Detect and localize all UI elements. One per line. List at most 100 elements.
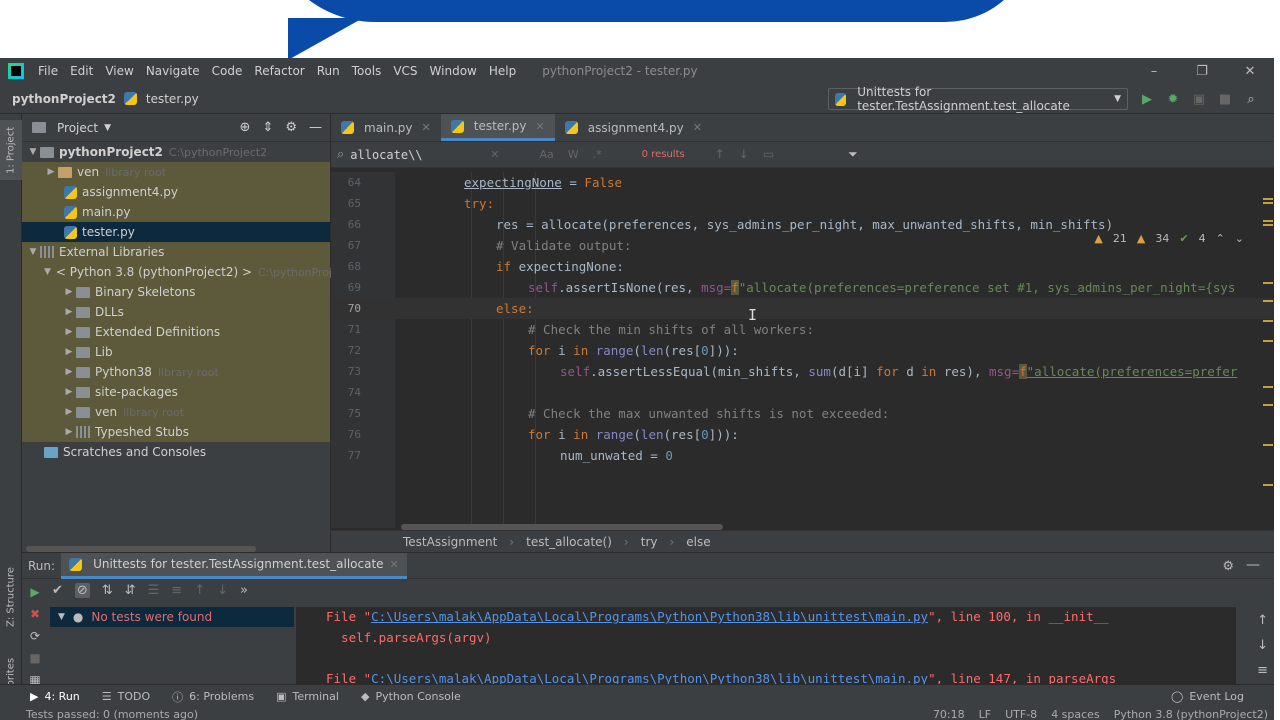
breadcrumb-try[interactable]: try	[641, 535, 658, 549]
tree-item-main[interactable]: main.py	[22, 202, 330, 222]
menu-navigate[interactable]: Navigate	[140, 64, 206, 78]
tab-assignment4-py[interactable]: assignment4.py ✕	[555, 114, 712, 141]
arrow-up-icon[interactable]: ↑	[1257, 613, 1268, 628]
minimize-icon[interactable]: –	[1130, 58, 1178, 84]
stop-icon[interactable]: ■	[29, 651, 40, 665]
gear-icon[interactable]: ⚙	[285, 120, 297, 135]
tree-item-external-libraries[interactable]: ▼ External Libraries	[22, 242, 330, 262]
debug-icon[interactable]: ✹	[1164, 88, 1182, 110]
tab-main-py[interactable]: main.py ✕	[331, 114, 441, 141]
run-configuration-select[interactable]: Unittests for tester.TestAssignment.test…	[828, 85, 1128, 113]
menu-vcs[interactable]: VCS	[387, 64, 423, 78]
tree-item-typeshed-stubs[interactable]: ▶ Typeshed Stubs	[22, 422, 330, 442]
event-log-button[interactable]: ◯ Event Log	[1171, 690, 1244, 703]
close-icon[interactable]: ✕	[390, 558, 399, 571]
search-icon[interactable]: ⌕	[337, 147, 344, 162]
tree-item-ven-lib[interactable]: ▶ ven library root	[22, 402, 330, 422]
soft-wrap-icon[interactable]: ≡	[1257, 663, 1268, 678]
whole-words-icon[interactable]: W	[568, 148, 579, 161]
show-passed-icon[interactable]: ✔	[52, 583, 63, 598]
menu-refactor[interactable]: Refactor	[248, 64, 310, 78]
code-view[interactable]: 64 expectingNone = False 65 try: 66 res = a…	[331, 172, 1274, 528]
toggle-auto-test-icon[interactable]: ⟳	[30, 629, 40, 643]
menu-file[interactable]: File	[32, 64, 64, 78]
locate-file-icon[interactable]: ⊕	[240, 120, 251, 135]
tool-tab-run[interactable]: ▶ 4: Run	[30, 690, 80, 703]
show-ignored-icon[interactable]: ⊘	[74, 583, 90, 598]
hide-panel-icon[interactable]: —	[1246, 557, 1260, 573]
menu-window[interactable]: Window	[424, 64, 483, 78]
line-separator[interactable]: LF	[979, 708, 991, 720]
find-input[interactable]	[350, 147, 491, 162]
menu-edit[interactable]: Edit	[64, 64, 99, 78]
select-all-icon[interactable]: ▭	[763, 147, 774, 162]
clear-search-icon[interactable]: ✕	[490, 148, 499, 161]
tool-tab-problems[interactable]: ⓘ 6: Problems	[172, 689, 254, 705]
caret-position[interactable]: 70:18	[933, 708, 965, 720]
tree-item-dlls[interactable]: ▶ DLLs	[22, 302, 330, 322]
console-file-link[interactable]: C:\Users\malak\AppData\Local\Programs\Py…	[371, 671, 928, 685]
menu-run[interactable]: Run	[311, 64, 346, 78]
prev-failed-icon[interactable]: ↑	[194, 583, 205, 598]
expand-all-icon[interactable]: ☰	[148, 583, 160, 598]
run-icon[interactable]: ▶	[1138, 88, 1156, 110]
stop-icon[interactable]: ■	[1216, 88, 1234, 110]
console-output[interactable]: File "C:\Users\malak\AppData\Local\Progr…	[296, 607, 1236, 685]
menu-tools[interactable]: Tools	[346, 64, 388, 78]
side-tab-structure[interactable]: Z: Structure	[0, 564, 22, 630]
run-tab[interactable]: Unittests for tester.TestAssignment.test…	[61, 552, 407, 579]
tab-tester-py[interactable]: tester.py ✕	[440, 114, 555, 141]
tool-tab-todo[interactable]: ☰ TODO	[102, 690, 150, 703]
nav-file[interactable]: tester.py	[123, 92, 199, 106]
nav-project[interactable]: pythonProject2	[12, 92, 116, 106]
next-failed-icon[interactable]: ↓	[217, 583, 228, 598]
tree-item-ven[interactable]: ▶ ven library root	[22, 162, 330, 182]
tree-item-python38-sdk[interactable]: ▼ < Python 3.8 (pythonProject2) > C:\pytho…	[22, 262, 332, 282]
close-icon[interactable]: ✕	[693, 121, 702, 134]
arrow-down-icon[interactable]: ↓	[739, 147, 749, 162]
match-case-icon[interactable]: Aa	[540, 148, 554, 161]
tree-item-python38[interactable]: ▶ Python38 library root	[22, 362, 330, 382]
tree-item-tester[interactable]: tester.py	[22, 222, 330, 242]
close-icon[interactable]: ✕	[536, 120, 545, 133]
menu-help[interactable]: Help	[483, 64, 522, 78]
tree-item-lib[interactable]: ▶ Lib	[22, 342, 330, 362]
tree-item-binary-skeletons[interactable]: ▶ Binary Skeletons	[22, 282, 330, 302]
error-stripe[interactable]	[1260, 172, 1274, 528]
maximize-icon[interactable]: ❐	[1178, 58, 1226, 84]
console-file-link[interactable]: C:\Users\malak\AppData\Local\Programs\Py…	[371, 609, 928, 624]
collapse-all-icon[interactable]: ⇕	[262, 120, 273, 135]
interpreter-selector[interactable]: Python 3.8 (pythonProject2)	[1114, 708, 1268, 720]
tree-item-scratches[interactable]: Scratches and Consoles	[22, 442, 330, 462]
tool-tab-python-console[interactable]: ◆ Python Console	[361, 690, 461, 703]
breadcrumb-else[interactable]: else	[686, 535, 710, 549]
tree-item-site-packages[interactable]: ▶ site-packages	[22, 382, 330, 402]
search-everywhere-icon[interactable]: ⌕	[1242, 88, 1260, 110]
menu-view[interactable]: View	[99, 64, 139, 78]
regex-icon[interactable]: .*	[593, 148, 602, 161]
menu-code[interactable]: Code	[206, 64, 249, 78]
breadcrumb-method[interactable]: test_allocate()	[526, 535, 612, 549]
side-tab-project[interactable]: 1: Project	[0, 120, 22, 180]
hide-panel-icon[interactable]: —	[309, 120, 322, 135]
rerun-icon[interactable]: ▶	[30, 585, 39, 599]
rerun-failed-icon[interactable]: ✖	[30, 607, 40, 621]
breadcrumb-class[interactable]: TestAssignment	[403, 535, 497, 549]
sort-alpha-icon[interactable]: ⇅	[102, 583, 113, 598]
filter-icon[interactable]: ⏷	[848, 147, 858, 162]
coverage-icon[interactable]: ▣	[1190, 88, 1208, 110]
indent-setting[interactable]: 4 spaces	[1051, 708, 1100, 720]
gear-icon[interactable]: ⚙	[1222, 559, 1234, 574]
close-icon[interactable]: ✕	[422, 121, 431, 134]
arrow-up-icon[interactable]: ↑	[715, 147, 725, 162]
project-panel-title[interactable]: Project	[57, 121, 98, 135]
more-icon[interactable]: »	[240, 583, 248, 598]
chevron-down-icon[interactable]: ▼	[104, 123, 111, 133]
test-status-row[interactable]: ▼ ● No tests were found	[50, 607, 294, 627]
tree-item-assignment4[interactable]: assignment4.py	[22, 182, 330, 202]
arrow-down-icon[interactable]: ↓	[1257, 638, 1268, 653]
tree-item-project-root[interactable]: ▼ pythonProject2 C:\pythonProject2	[22, 142, 330, 162]
tool-tab-terminal[interactable]: ▣ Terminal	[276, 690, 339, 703]
sort-duration-icon[interactable]: ⇵	[125, 583, 136, 598]
collapse-all-icon[interactable]: ≡	[171, 583, 182, 598]
